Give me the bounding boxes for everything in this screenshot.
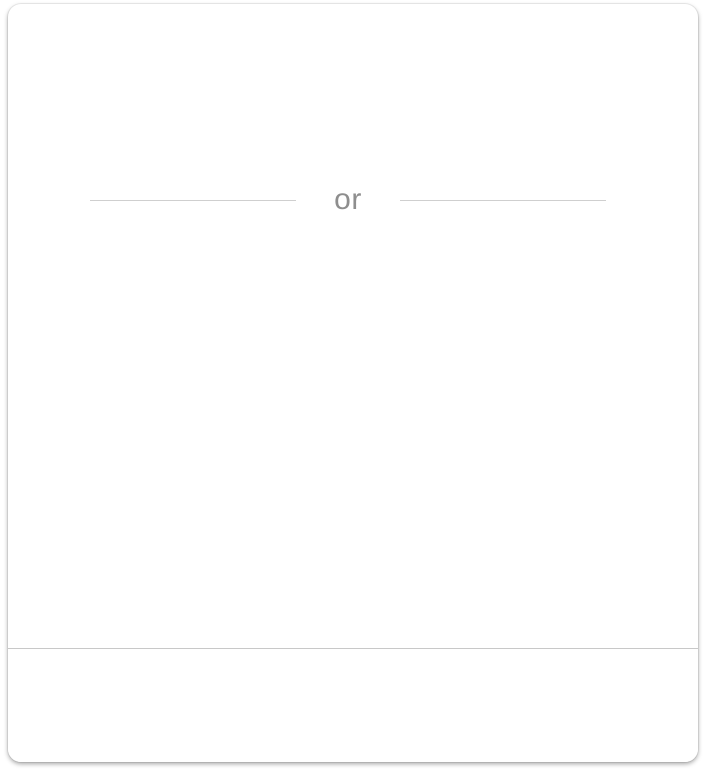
dialog-footer xyxy=(8,648,698,762)
or-divider: or xyxy=(90,182,606,222)
login-dialog: or xyxy=(8,4,698,762)
divider-line-right xyxy=(400,200,606,201)
dialog-content: or xyxy=(8,4,698,648)
